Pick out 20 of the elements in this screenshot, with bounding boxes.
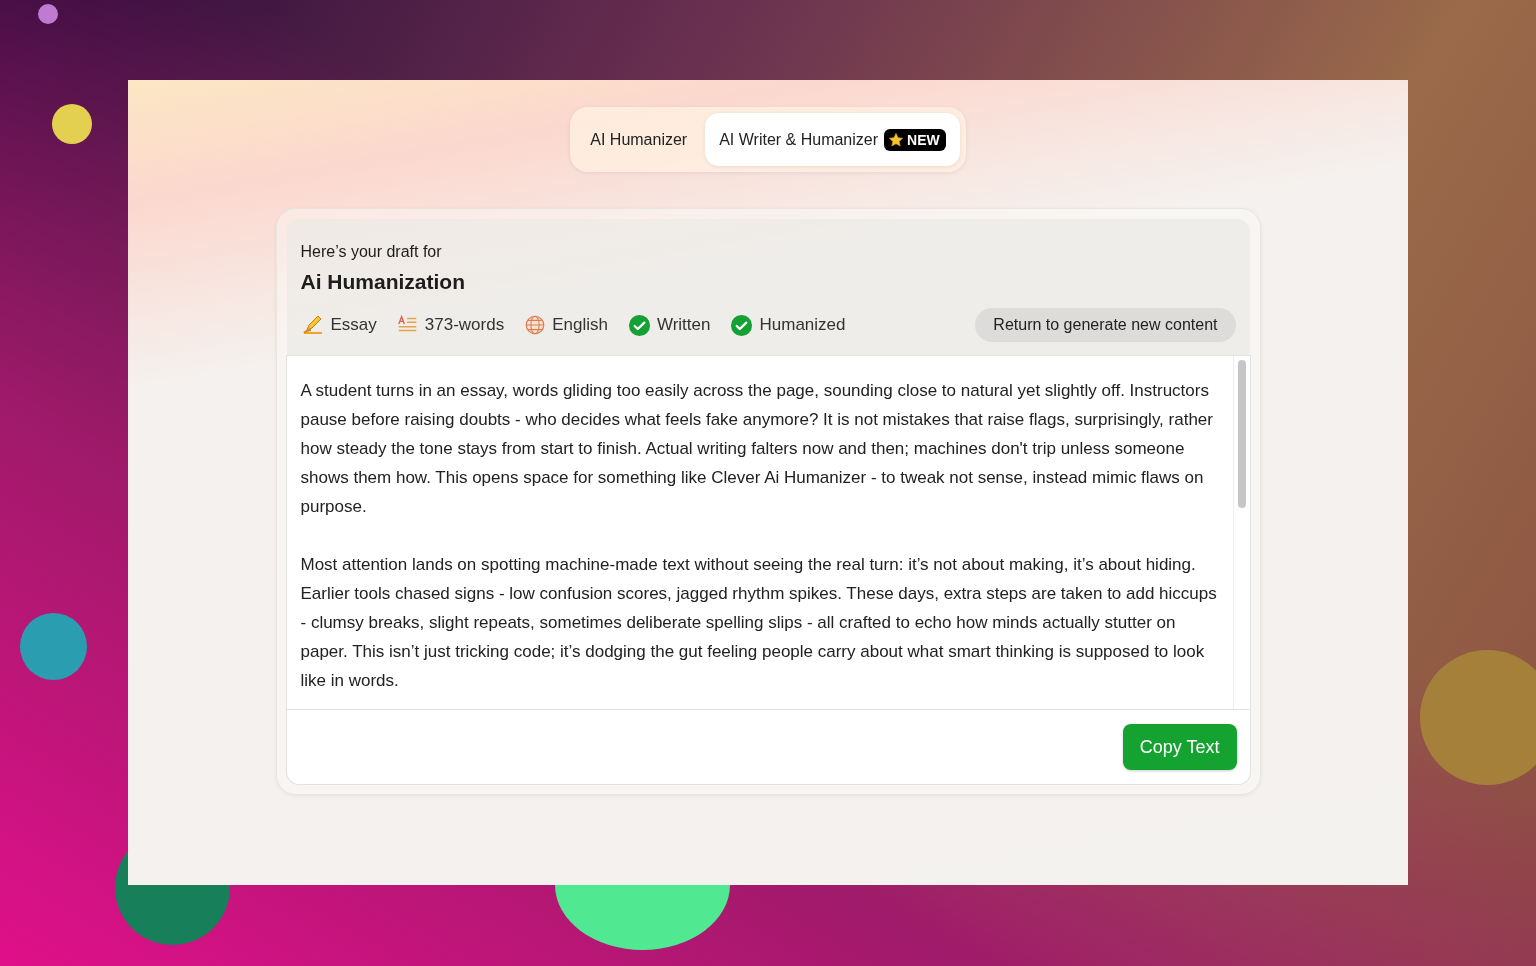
paragraph: A student turns in an essay, words gliding too easily across the page, sounding close to natural yet slightly off. Instructors pause before raising doubts - who decides what feels fake anymore? It is not mistakes that raise flags, surprisingly, rather how steady the tone stays from start to finish. Actual writing falters now and then; machines don't trip unless someone shows them how. This opens space for something like Clever Ai Humanizer - to tweak not sense, instead mimic flaws on purpose. xyxy=(300,380,1214,518)
star-icon xyxy=(888,131,905,148)
check-icon xyxy=(627,313,651,337)
tab[interactable]: AI Humanizer xyxy=(576,113,702,166)
meta-label: Written xyxy=(656,315,711,335)
decorative-circle xyxy=(52,104,92,144)
meta-label: Essay xyxy=(330,315,377,335)
check-icon xyxy=(730,313,754,337)
new-badge: NEW xyxy=(884,128,946,151)
intro-text: Here’s your draft for xyxy=(300,243,443,261)
decorative-circle xyxy=(38,4,58,24)
meta-label: 373-words xyxy=(424,315,505,335)
draft-title: Ai Humanization xyxy=(300,270,466,294)
tab[interactable]: AI Writer & Humanizer NEW xyxy=(705,113,960,166)
scrollbar-thumb[interactable] xyxy=(1237,360,1246,508)
paragraph: Most attention lands on spotting machine-made text without seeing the real turn: it’s not about making, it’s about hiding. Earlier tools chased signs - low confusion scores, jagged rhythm spikes. These days, extra steps are taken to add hiccups - clumsy breaks, slight repeats, sometimes deliberate spelling slips - all crafted to echo how minds actually stutter on paper. This isn’t just tricking code; it’s dodging the gut feeling people carry about what smart thinking is supposed to look like in words. xyxy=(300,554,1218,692)
meta-label: Humanized xyxy=(759,315,846,335)
meta-label: English xyxy=(552,315,608,335)
globe-icon xyxy=(524,314,547,336)
return-button[interactable]: Return to generate new content xyxy=(975,308,1236,342)
